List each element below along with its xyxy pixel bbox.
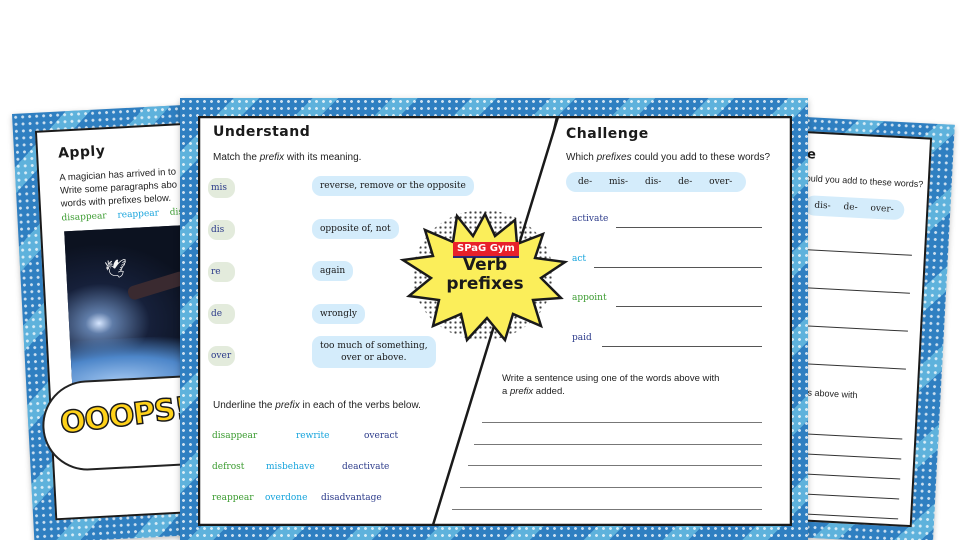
meaning-chip[interactable]: wrongly — [312, 304, 365, 324]
verb-word[interactable]: deactivate — [342, 462, 389, 472]
match-instruction: Match the prefix with its meaning. — [213, 152, 362, 163]
meaning-chip[interactable]: reverse, remove or the opposite — [312, 176, 474, 196]
word-answer-row: paid — [572, 333, 762, 347]
writing-line[interactable] — [482, 422, 762, 423]
back-heading: e — [806, 147, 817, 163]
prefix-option[interactable]: de- — [578, 177, 592, 187]
prefix-chip-over[interactable]: over — [208, 346, 235, 366]
back-challenge-frame: e ould you add to these words? dis- de- … — [783, 117, 955, 540]
verb-word[interactable]: disappear — [212, 431, 257, 441]
prefix-options-pill: de- mis- dis- de- over- — [566, 172, 746, 192]
word-answer-row: appoint — [572, 293, 762, 307]
verb-word[interactable]: disadvantage — [321, 493, 382, 503]
answer-line[interactable] — [616, 227, 762, 228]
prefix-option[interactable]: mis- — [609, 177, 628, 187]
answer-line[interactable] — [594, 267, 762, 268]
verb-word[interactable]: overdone — [265, 493, 307, 503]
writing-line[interactable] — [452, 509, 762, 510]
prefix-chip-re[interactable]: re — [208, 262, 235, 282]
writing-line[interactable] — [460, 487, 762, 488]
prefix-chip-de[interactable]: de — [208, 304, 235, 324]
answer-line — [794, 362, 906, 370]
prefix-chip-mis[interactable]: mis — [208, 178, 235, 198]
verb-word[interactable]: defrost — [212, 462, 244, 472]
dove-icon: 🕊 — [103, 258, 128, 281]
prefix-chip-dis[interactable]: dis — [208, 220, 235, 240]
base-word: appoint — [572, 293, 607, 303]
prefix-option: dis- — [814, 200, 831, 212]
verb-word[interactable]: overact — [364, 431, 398, 441]
challenge-question: Which prefixes could you add to these wo… — [566, 152, 771, 163]
prefix-option[interactable]: dis- — [645, 177, 661, 187]
meaning-chip[interactable]: opposite of, not — [312, 219, 399, 239]
writing-line[interactable] — [468, 465, 762, 466]
verb-word[interactable]: reappear — [212, 493, 254, 503]
prefix-option: de- — [843, 202, 858, 213]
challenge-heading: Challenge — [566, 126, 649, 142]
writing-line[interactable] — [474, 444, 762, 445]
understand-heading: Understand — [213, 124, 311, 140]
answer-line — [800, 248, 912, 256]
title-badge: SPaG Gym Verb prefixes — [395, 200, 575, 350]
answer-line[interactable] — [616, 306, 762, 307]
back-prefix-pill: dis- de- over- — [803, 195, 905, 221]
word-answer-row: activate — [572, 214, 762, 228]
apply-word: disappear — [61, 211, 107, 224]
badge-title: Verb prefixes — [446, 255, 524, 294]
back-question: ould you add to these words? — [805, 173, 924, 190]
apply-heading: Apply — [57, 143, 106, 162]
magician-arm — [126, 270, 188, 302]
answer-line — [798, 286, 910, 294]
word-answer-row: act — [572, 254, 762, 268]
answer-line[interactable] — [602, 346, 762, 347]
underline-instruction: Underline the prefix in each of the verb… — [213, 400, 421, 411]
answer-line — [796, 324, 908, 332]
prefix-option[interactable]: de- — [678, 177, 692, 187]
prefix-option: over- — [870, 203, 894, 215]
apply-word: reappear — [117, 208, 160, 221]
verb-word[interactable]: rewrite — [296, 431, 329, 441]
verb-word[interactable]: misbehave — [266, 462, 315, 472]
base-word: activate — [572, 214, 609, 224]
prefix-option[interactable]: over- — [709, 177, 732, 187]
meaning-chip[interactable]: again — [312, 261, 354, 281]
sentence-instruction: Write a sentence using one of the words … — [502, 373, 720, 397]
